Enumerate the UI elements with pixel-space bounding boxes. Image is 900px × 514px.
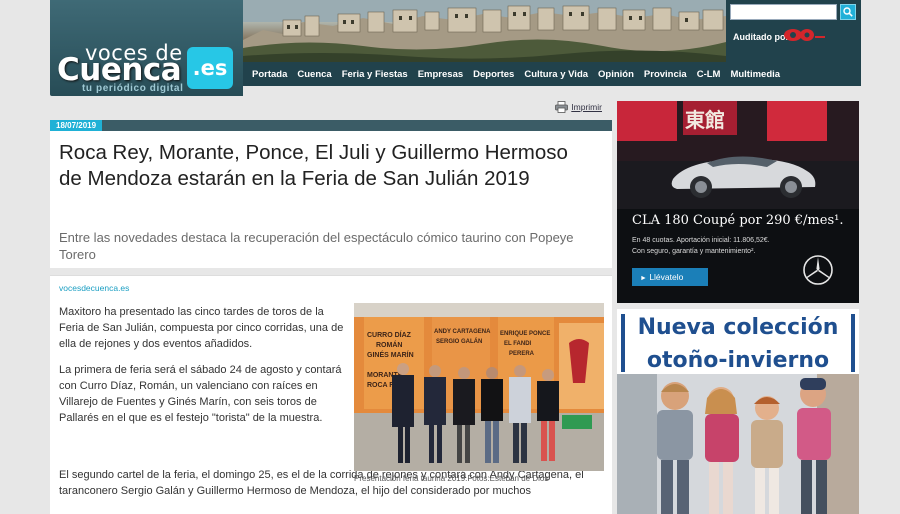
mercedes-star-icon [803, 255, 833, 285]
printer-icon [555, 101, 569, 113]
mercedes-ad-terms-2: Con seguro, garantía y mantenimiento². [632, 248, 756, 255]
article-paragraph: La primera de feria será el sábado 24 de… [59, 364, 342, 424]
poster-text: GINÉS MARÍN [367, 350, 414, 359]
article-date: 18/07/2019 [50, 120, 103, 131]
ojd-logo [784, 29, 825, 41]
poster-text: SERGIO GALÁN [436, 338, 482, 345]
nav-item-deportes[interactable]: Deportes [473, 69, 514, 80]
nav-item-clm[interactable]: C-LM [697, 69, 721, 80]
nav-item-cuenca[interactable]: Cuenca [297, 69, 331, 80]
article-photo[interactable]: CURRO DÍAZ ROMÁN GINÉS MARÍN ANDY CARTAG… [354, 303, 604, 471]
search-button[interactable] [840, 4, 856, 20]
kids-collection-ad[interactable]: Nueva colección otoño-invierno [617, 309, 859, 514]
nav-item-feria-y-fiestas[interactable]: Feria y Fiestas [342, 69, 408, 80]
search-input[interactable] [730, 4, 837, 20]
main-nav: Portada Cuenca Feria y Fiestas Empresas … [243, 62, 861, 86]
nav-item-cultura-y-vida[interactable]: Cultura y Vida [524, 69, 588, 80]
mercedes-ad-cta-button[interactable]: ► Llévatelo [632, 268, 708, 286]
article-subheadline: Entre las novedades destaca la recuperac… [59, 230, 574, 262]
header-tools: Auditado por: [726, 0, 861, 62]
play-icon: ► [640, 275, 647, 282]
nav-item-empresas[interactable]: Empresas [418, 69, 463, 80]
logo-tld-badge: .es [187, 47, 233, 89]
nav-item-opinion[interactable]: Opinión [598, 69, 634, 80]
article-text: Maxitoro ha presentado las cinco tardes … [59, 304, 346, 436]
poster-text: EL FANDI [504, 341, 532, 347]
site-header: Auditado por: Portada Cuenca Feria y Fie… [50, 0, 861, 96]
article-body: vocesdecuenca.es Maxitoro ha presentado … [50, 275, 612, 514]
sign-text: 東館 [685, 108, 725, 132]
search-icon [843, 7, 853, 17]
cta-label: Llévatelo [649, 272, 684, 282]
kids-ad-photo [617, 374, 859, 514]
nav-item-provincia[interactable]: Provincia [644, 69, 687, 80]
mercedes-ad-photo: 東館 [617, 101, 859, 209]
poster-text: CURRO DÍAZ [367, 330, 412, 339]
kids-ad-title-line1: Nueva colección [637, 315, 839, 340]
mercedes-ad-terms-1: En 48 cuotas. Aportación inicial: 11.806… [632, 237, 770, 244]
poster-text: ROMÁN [376, 340, 402, 349]
poster-text: ANDY CARTAGENA [434, 329, 491, 335]
mercedes-ad[interactable]: 東館 CLA 180 Coupé por 290 €/mes¹. En 48 c… [617, 101, 859, 303]
mercedes-ad-headline: CLA 180 Coupé por 290 €/mes¹. [632, 213, 844, 228]
article-source[interactable]: vocesdecuenca.es [59, 283, 129, 293]
date-bar: 18/07/2019 [50, 120, 612, 131]
article: Imprimir 18/07/2019 Roca Rey, Morante, P… [50, 99, 612, 514]
article-paragraph: El segundo cartel de la feria, el doming… [59, 469, 584, 497]
logo-tagline: tu periódico digital [82, 83, 184, 94]
poster-text: ENRIQUE PONCE [500, 331, 550, 337]
article-paragraph: Maxitoro ha presentado las cinco tardes … [59, 306, 344, 350]
header-banner-image [243, 0, 726, 62]
site-logo[interactable]: voces de Cuenca .es tu periódico digital [50, 0, 243, 96]
headline-box: Roca Rey, Morante, Ponce, El Juli y Guil… [50, 131, 612, 268]
title-bar [621, 314, 625, 372]
article-headline: Roca Rey, Morante, Ponce, El Juli y Guil… [59, 141, 568, 190]
print-link[interactable]: Imprimir [555, 101, 602, 113]
print-label: Imprimir [571, 102, 602, 112]
kids-ad-title-line2: otoño-invierno [646, 348, 830, 373]
nav-item-portada[interactable]: Portada [252, 69, 287, 80]
title-bar [851, 314, 855, 372]
poster-text: PERERA [509, 351, 535, 357]
nav-item-multimedia[interactable]: Multimedia [730, 69, 780, 80]
kids-ad-title: Nueva colección otoño-invierno [617, 309, 859, 377]
photo-caption: Presentación feria taurina 2019.Fotos:Es… [354, 474, 549, 483]
